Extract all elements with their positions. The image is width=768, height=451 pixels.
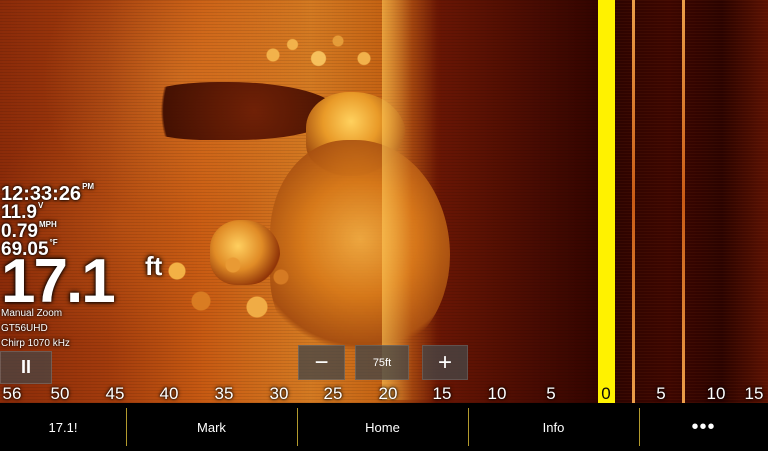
pause-button[interactable]: II	[0, 351, 52, 384]
zoom-controls: − 75ft +	[298, 345, 468, 380]
scale-tick-right-15: 15	[744, 384, 764, 403]
scale-tick-40: 40	[159, 384, 179, 403]
home-button[interactable]: Home	[297, 403, 468, 451]
side-imaging-left-panel	[0, 0, 598, 403]
scale-tick-45: 45	[105, 384, 125, 403]
scale-tick-50: 50	[50, 384, 70, 403]
zoom-out-button[interactable]: −	[298, 345, 345, 380]
scale-tick-56: 56	[2, 384, 22, 403]
sonar-screen: 12:33:26PM 11.9V 0.79MPH 69.05°F 17.1 ft…	[0, 0, 768, 451]
upper-pebbles	[260, 20, 390, 90]
range-line-1	[632, 0, 635, 403]
scale-tick-0: 0	[601, 384, 611, 403]
scale-tick-25: 25	[323, 384, 343, 403]
more-options-button[interactable]: •••	[639, 403, 768, 451]
scale-tick-5: 5	[546, 384, 556, 403]
mark-button[interactable]: Mark	[126, 403, 297, 451]
rock-edge	[382, 0, 442, 400]
depth-shortcut-button[interactable]: 17.1!	[0, 403, 126, 451]
side-imaging-right-panel	[615, 0, 768, 403]
range-line-2	[682, 0, 685, 403]
zoom-in-button[interactable]: +	[422, 345, 468, 380]
scale-tick-20: 20	[378, 384, 398, 403]
info-button[interactable]: Info	[468, 403, 639, 451]
scale-tick-15: 15	[432, 384, 452, 403]
zoom-range-value[interactable]: 75ft	[355, 345, 409, 380]
scale-tick-35: 35	[214, 384, 234, 403]
scale-tick-right-10: 10	[706, 384, 726, 403]
scale-tick-10: 10	[487, 384, 507, 403]
range-scale: 56 50 45 40 35 30 25 20 15 10 5 0 5 10 1…	[0, 383, 768, 403]
rock-cluster	[145, 235, 305, 355]
scale-tick-right-5: 5	[656, 384, 666, 403]
bottom-menu-bar: 17.1! Mark Home Info •••	[0, 403, 768, 451]
scale-tick-30: 30	[269, 384, 289, 403]
center-yellow-bar	[598, 0, 615, 403]
